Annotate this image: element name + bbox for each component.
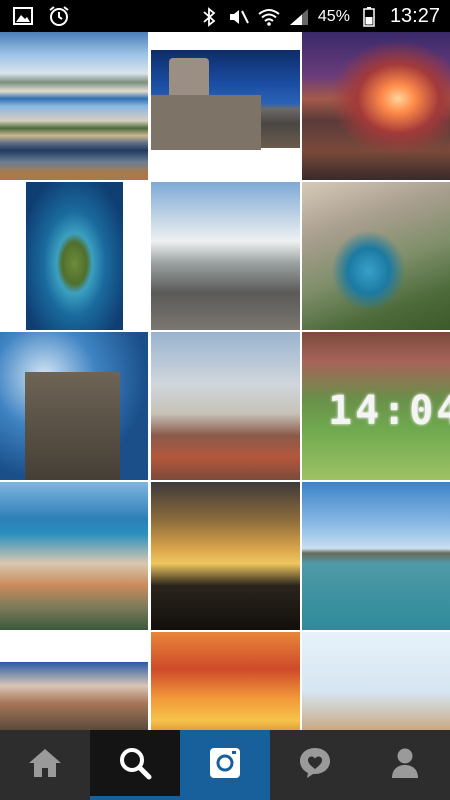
- photo-tile[interactable]: [0, 32, 148, 180]
- photo-tile[interactable]: [0, 482, 148, 630]
- photo-tile[interactable]: [302, 32, 450, 180]
- nav-home-button[interactable]: [0, 730, 90, 800]
- photo-tile[interactable]: [150, 32, 300, 180]
- activity-heart-icon: [298, 746, 332, 784]
- profile-icon: [390, 747, 420, 783]
- wifi-icon: [258, 6, 280, 28]
- photo-tile[interactable]: [0, 332, 148, 480]
- battery-icon: [358, 6, 380, 28]
- photo-thumbnail: [0, 332, 148, 480]
- clock-overlay-text: 14:04: [328, 388, 450, 434]
- photo-thumbnail: [302, 182, 450, 330]
- photo-tile[interactable]: [0, 182, 148, 330]
- photo-thumbnail: [0, 32, 148, 180]
- nav-search-button[interactable]: [90, 730, 180, 800]
- photo-tile[interactable]: [150, 482, 300, 630]
- photo-thumbnail: [150, 332, 300, 480]
- alarm-clock-icon: [48, 5, 70, 27]
- nav-activity-button[interactable]: [270, 730, 360, 800]
- status-bar: 45% 13:27: [0, 0, 450, 32]
- photo-tile[interactable]: [302, 182, 450, 330]
- photo-thumbnail: [150, 482, 300, 630]
- photo-thumbnail: [0, 482, 148, 630]
- bluetooth-icon: [198, 6, 220, 28]
- photo-tile[interactable]: [150, 182, 300, 330]
- photo-thumbnail: [150, 182, 300, 330]
- signal-icon: [288, 6, 310, 28]
- photo-tile[interactable]: 14:04: [302, 332, 450, 480]
- clock-time: 13:27: [389, 5, 440, 27]
- nav-camera-button[interactable]: [180, 730, 270, 800]
- home-icon: [28, 747, 62, 783]
- camera-icon: [208, 746, 242, 784]
- photo-tile[interactable]: [150, 332, 300, 480]
- explore-photo-grid: 14:04: [0, 32, 450, 780]
- bottom-navigation-bar: [0, 730, 450, 800]
- battery-percentage: 45%: [317, 7, 350, 25]
- nav-profile-button[interactable]: [360, 730, 450, 800]
- photo-thumbnail: [150, 50, 300, 150]
- mute-icon: [228, 6, 250, 28]
- photo-tile[interactable]: [302, 482, 450, 630]
- image-notification-icon: [12, 5, 34, 27]
- photo-thumbnail: 14:04: [302, 332, 450, 480]
- photo-thumbnail: [302, 482, 450, 630]
- photo-thumbnail: [302, 32, 450, 180]
- search-icon: [118, 746, 152, 784]
- photo-thumbnail: [26, 182, 123, 330]
- photo-thumbnail: [0, 662, 148, 730]
